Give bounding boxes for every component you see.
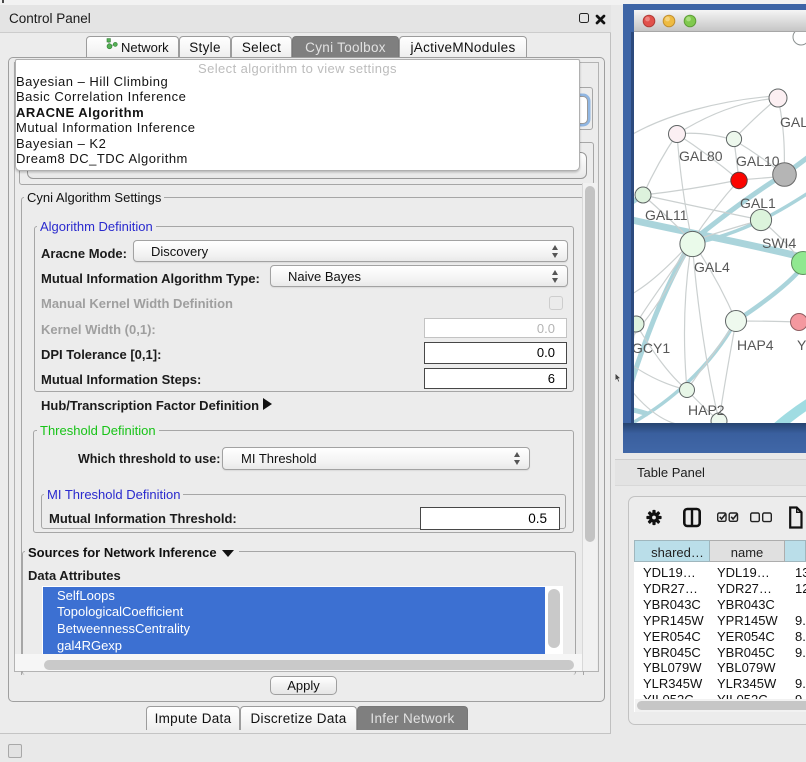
svg-text:Y: Y	[797, 337, 806, 353]
svg-text:SWI4: SWI4	[762, 235, 796, 251]
svg-text:GAL11: GAL11	[645, 207, 688, 223]
svg-text:HAP2: HAP2	[688, 402, 725, 418]
svg-text:GAL7: GAL7	[780, 114, 806, 130]
svg-text:GAL10: GAL10	[736, 153, 780, 169]
svg-text:GAL80: GAL80	[679, 148, 723, 164]
svg-text:GCY1: GCY1	[632, 340, 670, 356]
svg-text:GAL1: GAL1	[740, 195, 776, 211]
svg-text:HAP4: HAP4	[737, 337, 774, 353]
svg-text:GAL4: GAL4	[694, 259, 730, 275]
